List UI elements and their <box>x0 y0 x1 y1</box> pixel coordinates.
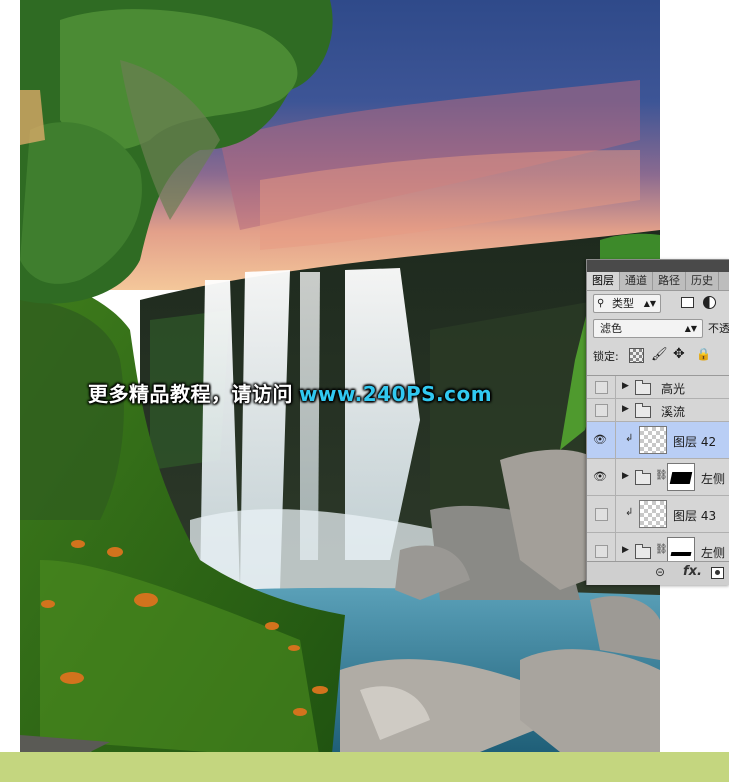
folder-icon <box>635 470 651 485</box>
filter-type-value: 类型 <box>612 297 634 310</box>
expand-arrow-icon[interactable]: ▶ <box>622 381 629 391</box>
layer-name: 左侧 <box>701 546 726 560</box>
layer-row-group-highlight[interactable]: ▶ 高光 <box>587 376 729 399</box>
visibility-toggle[interactable]: 👁 <box>587 459 616 495</box>
watermark-text: 更多精品教程，请访问 www.240PS.com <box>88 378 492 407</box>
mask-shape <box>669 472 693 484</box>
page-left-margin <box>0 0 20 752</box>
visibility-off-box[interactable] <box>595 404 608 417</box>
visibility-toggle[interactable] <box>587 496 616 532</box>
mask-link-chain-icon[interactable]: ⛓ <box>655 470 668 481</box>
layer-thumbnail <box>639 500 667 528</box>
lock-all-icon[interactable]: 🔒 <box>696 347 711 361</box>
opacity-label: 不透 <box>708 322 729 335</box>
layers-panel: 图层 通道 路径 历史 ⚲ 类型 ▲▼ 滤色 ▲▼ 不透 锁定: 🖌 ✥ 🔒 ▶ <box>586 259 729 585</box>
layer-row-layer-43[interactable]: ↲ 图层 43 <box>587 496 729 533</box>
blend-mode-value: 滤色 <box>600 322 622 335</box>
updown-arrows-icon: ▲▼ <box>643 299 656 308</box>
link-layers-icon[interactable]: ⊝ <box>655 565 665 579</box>
layer-row-layer-42[interactable]: 👁 ↲ 图层 42 <box>587 422 729 459</box>
blend-mode-select[interactable]: 滤色 ▲▼ <box>593 319 703 338</box>
layer-name: 图层 43 <box>673 509 717 523</box>
visibility-off-box[interactable] <box>595 545 608 558</box>
tab-history[interactable]: 历史 <box>686 272 719 290</box>
lock-row: 锁定: 🖌 ✥ 🔒 <box>587 346 729 366</box>
eye-icon[interactable]: 👁 <box>593 470 607 483</box>
layer-name: 高光 <box>661 382 686 396</box>
updown-arrows-icon: ▲▼ <box>684 324 697 333</box>
panel-title-bar[interactable] <box>587 260 729 272</box>
layer-name: 左侧 <box>701 472 726 486</box>
layer-name: 溪流 <box>661 405 686 419</box>
add-mask-icon[interactable] <box>711 567 724 579</box>
layer-style-fx-icon[interactable]: fx. <box>683 564 702 579</box>
layer-filter-row: ⚲ 类型 ▲▼ <box>587 292 729 314</box>
blend-mode-row: 滤色 ▲▼ 不透 <box>587 317 729 339</box>
layer-filter-select[interactable]: ⚲ 类型 ▲▼ <box>593 294 661 313</box>
clipping-mask-arrow-icon: ↲ <box>625 507 634 518</box>
layer-mask-thumbnail[interactable] <box>667 463 695 491</box>
visibility-off-box[interactable] <box>595 381 608 394</box>
lock-image-pixels-brush-icon[interactable]: 🖌 <box>651 347 668 362</box>
lock-transparent-pixels-icon[interactable] <box>629 348 644 363</box>
visibility-toggle[interactable]: 👁 <box>587 422 616 458</box>
lock-label: 锁定: <box>593 350 619 363</box>
watermark-chinese: 更多精品教程，请访问 <box>88 382 293 406</box>
visibility-toggle[interactable] <box>587 399 616 421</box>
expand-arrow-icon[interactable]: ▶ <box>622 404 629 414</box>
layer-row-group-stream[interactable]: ▶ 溪流 <box>587 399 729 422</box>
panel-tabs: 图层 通道 路径 历史 <box>587 272 729 291</box>
layers-panel-footer: ⊝ fx. <box>587 561 729 585</box>
adjustment-layer-filter-icon[interactable] <box>703 296 716 309</box>
expand-arrow-icon[interactable]: ▶ <box>622 471 629 481</box>
eye-icon[interactable]: 👁 <box>593 433 607 446</box>
layer-list: ▶ 高光 ▶ 溪流 👁 ↲ 图层 42 👁 ▶ ⛓ 左侧 ↲ 图层 43 ▶ ⛓… <box>587 375 729 570</box>
pixel-layer-filter-icon[interactable] <box>681 297 694 308</box>
mask-shape <box>670 552 692 556</box>
tab-paths[interactable]: 路径 <box>653 272 686 290</box>
visibility-off-box[interactable] <box>595 508 608 521</box>
tab-channels[interactable]: 通道 <box>620 272 653 290</box>
layer-name: 图层 42 <box>673 435 717 449</box>
folder-icon <box>635 403 651 418</box>
mask-link-chain-icon[interactable]: ⛓ <box>655 544 668 555</box>
page-bottom-strip <box>0 752 729 782</box>
folder-icon <box>635 544 651 559</box>
tab-layers[interactable]: 图层 <box>587 272 620 290</box>
expand-arrow-icon[interactable]: ▶ <box>622 545 629 555</box>
visibility-toggle[interactable] <box>587 376 616 398</box>
search-icon: ⚲ <box>597 298 605 309</box>
folder-icon <box>635 380 651 395</box>
lock-position-move-icon[interactable]: ✥ <box>673 346 685 362</box>
layer-row-group-left[interactable]: 👁 ▶ ⛓ 左侧 <box>587 459 729 496</box>
clipping-mask-arrow-icon: ↲ <box>625 433 634 444</box>
layer-thumbnail <box>639 426 667 454</box>
watermark-url: www.240PS.com <box>299 382 493 406</box>
